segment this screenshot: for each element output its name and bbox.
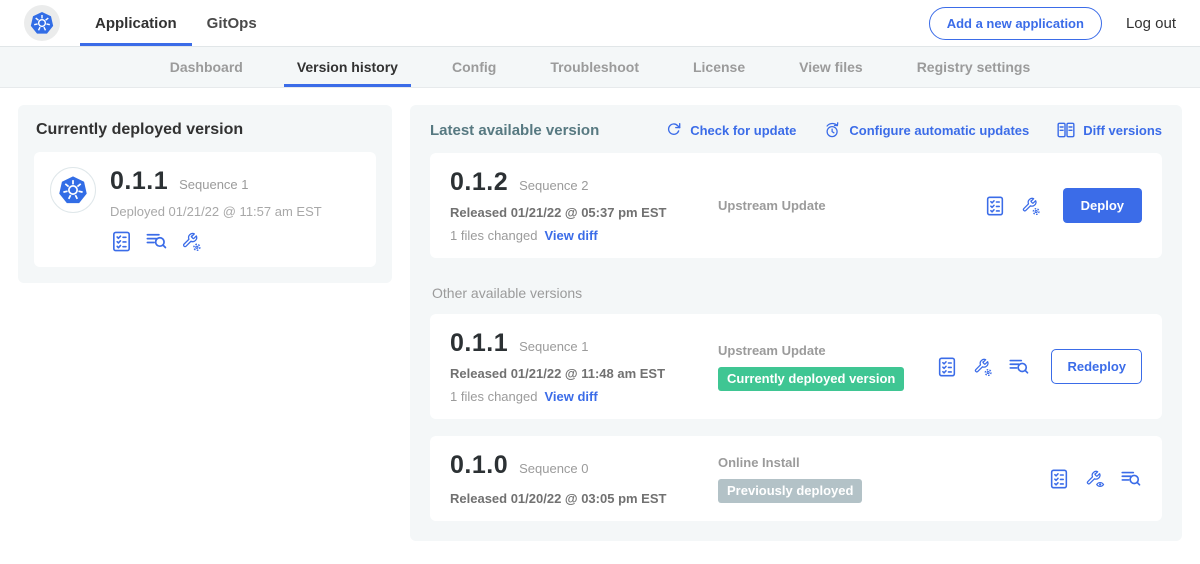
version-card-0-1-1: 0.1.1 Sequence 1 Released 01/21/22 @ 11:…	[430, 314, 1162, 419]
top-bar: Application GitOps Add a new application…	[0, 0, 1200, 47]
deploy-logs-icon[interactable]	[1008, 356, 1030, 378]
latest-available-heading: Latest available version	[430, 122, 599, 139]
diff-versions-link[interactable]: Diff versions	[1056, 120, 1162, 140]
preflight-checks-icon[interactable]	[936, 356, 958, 378]
version-source-label: Upstream Update	[718, 198, 826, 213]
tab-application[interactable]: Application	[80, 0, 192, 46]
configure-automatic-updates-label: Configure automatic updates	[849, 123, 1029, 138]
version-number: 0.1.2	[450, 168, 508, 197]
view-diff-link[interactable]: View diff	[544, 228, 597, 243]
currently-deployed-panel: Currently deployed version 0.1.1 Sequenc…	[18, 105, 392, 283]
app-logo	[50, 167, 96, 213]
edit-config-icon[interactable]	[180, 230, 203, 253]
main-content: Currently deployed version 0.1.1 Sequenc…	[0, 88, 1200, 558]
subnav-item-license[interactable]: License	[666, 47, 772, 87]
kubernetes-logo-icon	[29, 10, 55, 36]
files-changed-label: 1 files changed	[450, 228, 537, 243]
previously-deployed-badge: Previously deployed	[718, 479, 862, 503]
deployed-timestamp: Deployed 01/21/22 @ 11:57 am EST	[110, 204, 322, 219]
subnav-item-dashboard[interactable]: Dashboard	[143, 47, 270, 87]
view-diff-link[interactable]: View diff	[544, 389, 597, 404]
kubernetes-logo-icon	[57, 174, 89, 206]
diff-icon	[1056, 120, 1076, 140]
other-versions-heading: Other available versions	[432, 285, 1162, 301]
version-number: 0.1.1	[450, 329, 508, 358]
edit-config-icon[interactable]	[1020, 195, 1042, 217]
currently-deployed-badge: Currently deployed version	[718, 367, 904, 391]
subnav-item-version-history[interactable]: Version history	[270, 47, 425, 87]
deploy-logs-icon[interactable]	[145, 230, 168, 253]
released-timestamp: Released 01/21/22 @ 05:37 pm EST	[450, 205, 718, 220]
deployed-version-number: 0.1.1	[110, 167, 168, 196]
diff-versions-label: Diff versions	[1083, 123, 1162, 138]
redeploy-button[interactable]: Redeploy	[1051, 349, 1142, 384]
check-for-update-label: Check for update	[690, 123, 796, 138]
preflight-checks-icon[interactable]	[110, 230, 133, 253]
subnav-item-troubleshoot[interactable]: Troubleshoot	[523, 47, 666, 87]
preflight-checks-icon[interactable]	[984, 195, 1006, 217]
sequence-label: Sequence 2	[519, 178, 588, 193]
deploy-logs-icon[interactable]	[1120, 468, 1142, 490]
subnav-item-registry-settings[interactable]: Registry settings	[890, 47, 1058, 87]
edit-config-icon[interactable]	[972, 356, 994, 378]
tab-gitops-label: GitOps	[207, 15, 257, 32]
refresh-icon	[665, 121, 683, 139]
app-subnav: Dashboard Version history Config Trouble…	[0, 47, 1200, 88]
version-number: 0.1.0	[450, 451, 508, 480]
sequence-label: Sequence 0	[519, 461, 588, 476]
released-timestamp: Released 01/20/22 @ 03:05 pm EST	[450, 491, 718, 506]
check-for-update-link[interactable]: Check for update	[665, 121, 796, 139]
version-card-0-1-0: 0.1.0 Sequence 0 Released 01/20/22 @ 03:…	[430, 436, 1162, 521]
sequence-label: Sequence 1	[519, 339, 588, 354]
subnav-item-config[interactable]: Config	[425, 47, 523, 87]
preflight-checks-icon[interactable]	[1048, 468, 1070, 490]
deploy-button[interactable]: Deploy	[1063, 188, 1142, 223]
currently-deployed-title: Currently deployed version	[36, 121, 376, 139]
schedule-update-icon	[823, 121, 842, 140]
configure-automatic-updates-link[interactable]: Configure automatic updates	[823, 121, 1029, 140]
released-timestamp: Released 01/21/22 @ 11:48 am EST	[450, 366, 718, 381]
currently-deployed-card: 0.1.1 Sequence 1 Deployed 01/21/22 @ 11:…	[34, 152, 376, 267]
files-changed-label: 1 files changed	[450, 389, 537, 404]
available-versions-panel: Latest available version Check for updat…	[410, 105, 1182, 541]
logout-button[interactable]: Log out	[1126, 15, 1176, 32]
version-card-0-1-2: 0.1.2 Sequence 2 Released 01/21/22 @ 05:…	[430, 153, 1162, 258]
version-source-label: Online Install	[718, 455, 800, 470]
add-application-button[interactable]: Add a new application	[929, 7, 1102, 40]
view-config-icon[interactable]	[1084, 468, 1106, 490]
tab-application-label: Application	[95, 15, 177, 32]
app-icon-button[interactable]	[24, 5, 60, 41]
deployed-sequence-label: Sequence 1	[179, 177, 248, 192]
subnav-item-view-files[interactable]: View files	[772, 47, 890, 87]
version-source-label: Upstream Update	[718, 343, 826, 358]
tab-gitops[interactable]: GitOps	[192, 0, 272, 46]
